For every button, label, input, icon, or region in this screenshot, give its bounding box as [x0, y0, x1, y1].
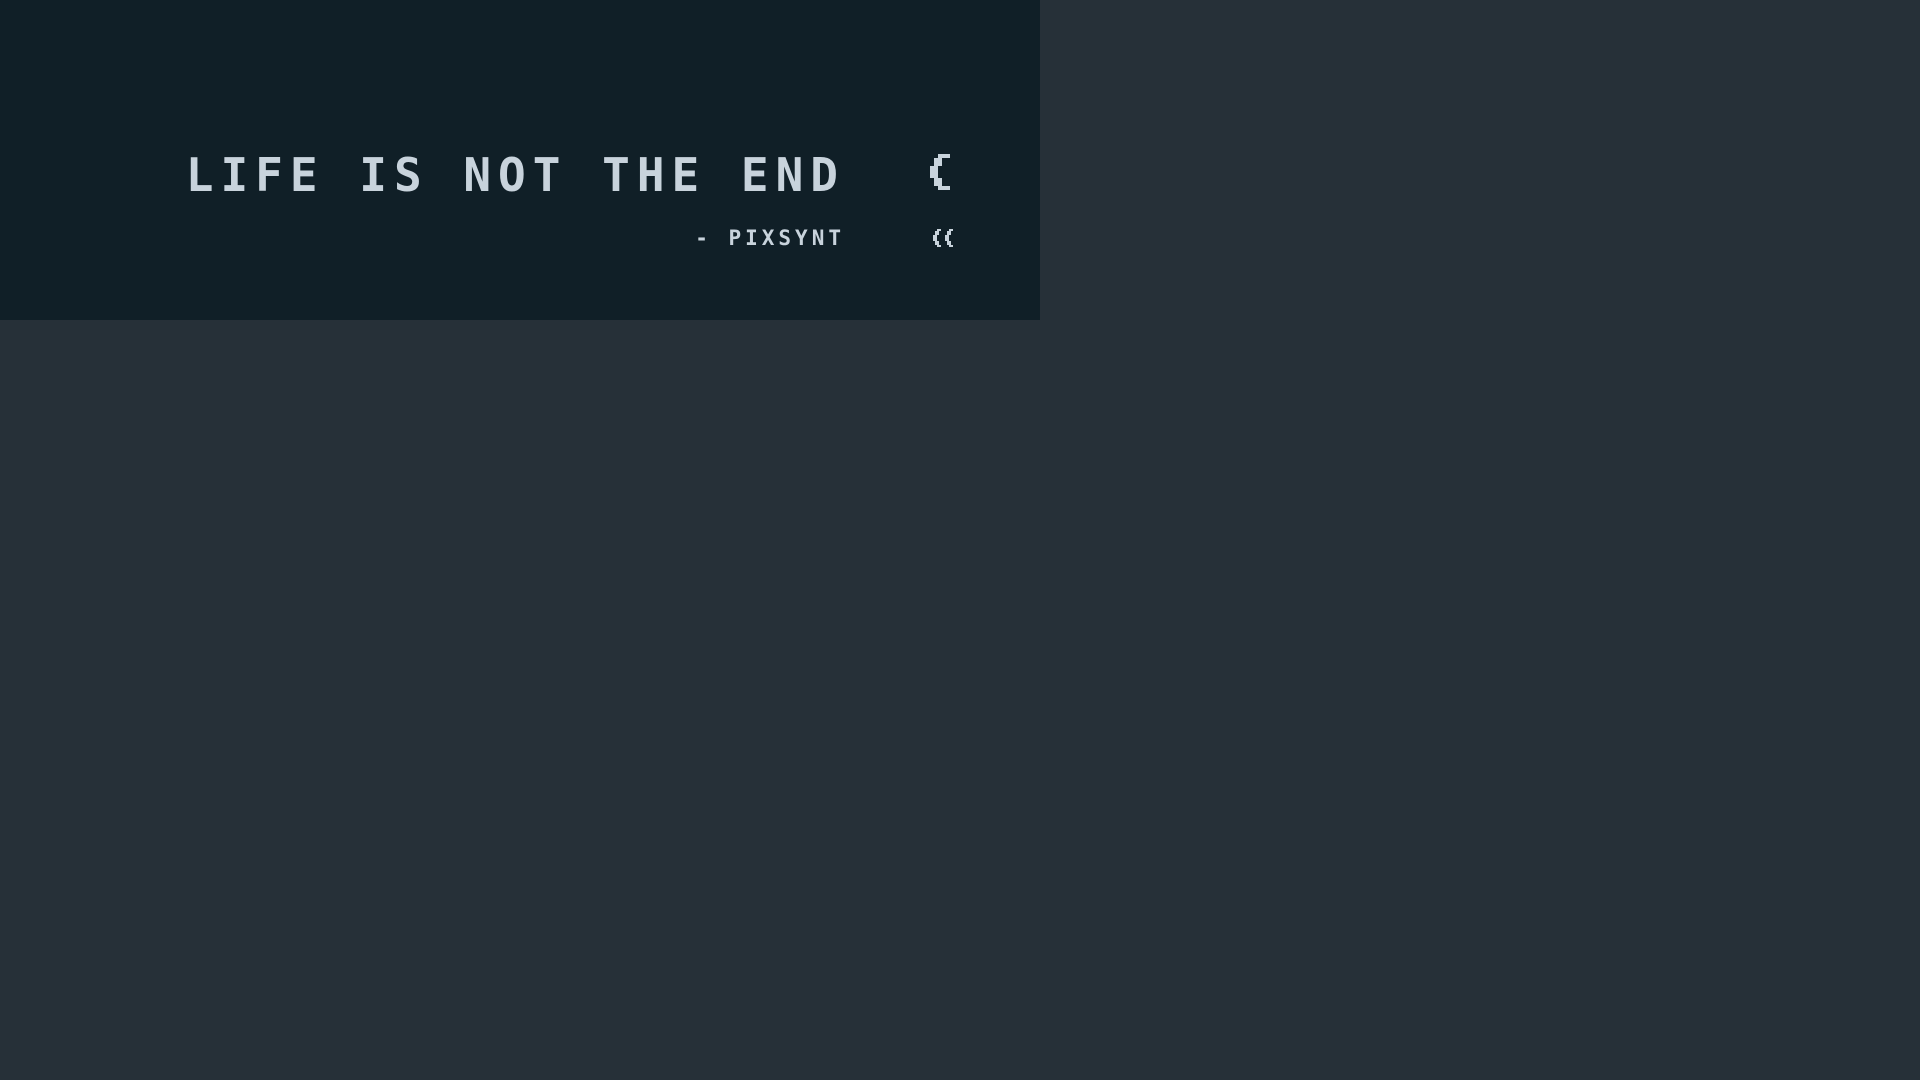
pixel-glitch-icon: [930, 154, 950, 190]
quote-panel: LIFE IS NOT THE END - PIXSYNT: [0, 0, 1040, 320]
quote-text: LIFE IS NOT THE END: [185, 148, 845, 202]
pixel-double-arrow-icon: [933, 229, 953, 247]
game-screen: LIFE IS NOT THE END - PIXSYNT: [0, 0, 1920, 1080]
quote-author: - PIXSYNT: [695, 226, 845, 250]
